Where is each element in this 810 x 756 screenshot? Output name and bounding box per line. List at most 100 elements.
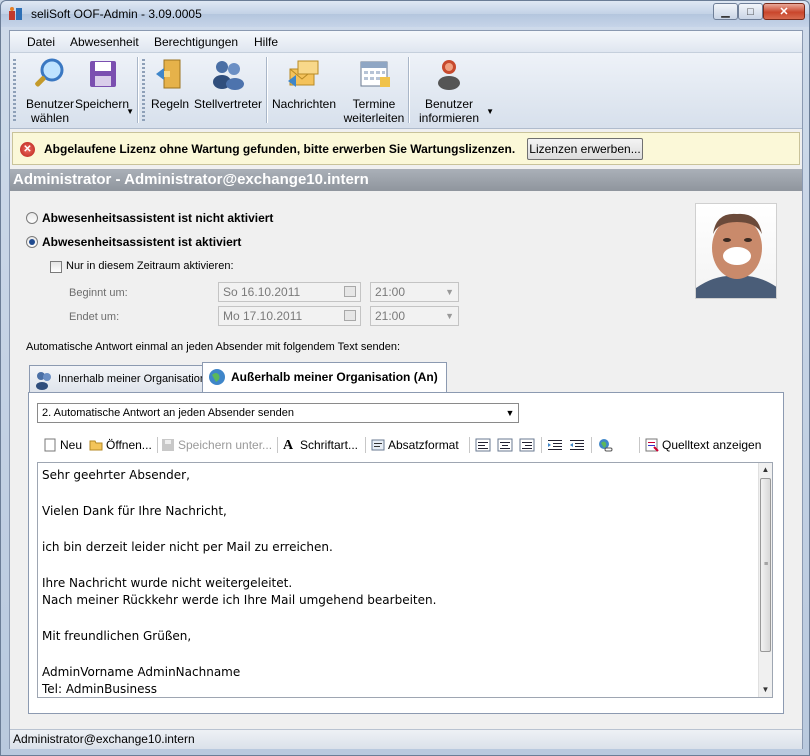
tab-innerhalb[interactable]: Innerhalb meiner Organisation — [29, 365, 206, 392]
menu-hilfe[interactable]: Hilfe — [254, 35, 278, 49]
error-icon: ✕ — [20, 142, 35, 157]
lizenzen-erwerben-button[interactable]: Lizenzen erwerben... — [527, 138, 643, 160]
align-left-icon[interactable] — [475, 438, 491, 452]
schriftart-button[interactable]: A Schriftart... — [283, 436, 358, 454]
benutzer-informieren-dropdown-icon[interactable]: ▼ — [486, 105, 494, 119]
toolbar-separator-3 — [408, 57, 409, 123]
toolbar-separator — [541, 437, 542, 453]
scroll-up-icon[interactable]: ▲ — [759, 463, 772, 477]
toolbar-separator — [639, 437, 640, 453]
status-bar: Administrator@exchange10.intern — [10, 729, 802, 749]
termine-weiterleiten-button[interactable]: Termine weiterleiten — [342, 57, 406, 125]
regeln-button[interactable]: Regeln — [151, 57, 189, 125]
toolbar-grip[interactable] — [13, 59, 16, 121]
indent-icon[interactable] — [569, 438, 585, 452]
quelltext-anzeigen-label: Quelltext anzeigen — [662, 438, 762, 452]
message-editor[interactable]: Sehr geehrter Absender, Vielen Dank für … — [37, 462, 773, 698]
hyperlink-icon[interactable] — [597, 438, 613, 452]
toolbar-separator — [469, 437, 470, 453]
toolbar-separator — [277, 437, 278, 453]
termine-label-1: Termine — [352, 97, 396, 111]
oeffnen-button[interactable]: Öffnen... — [89, 436, 152, 454]
editor-scrollbar[interactable]: ▲ ≡ ▼ — [758, 463, 772, 697]
calendar-dropdown-icon[interactable] — [344, 286, 356, 297]
neu-button[interactable]: Neu — [43, 436, 82, 454]
end-time-select[interactable]: 21:00 ▼ — [370, 306, 459, 326]
tab-innerhalb-label: Innerhalb meiner Organisation — [58, 373, 206, 385]
speichern-dropdown-icon[interactable]: ▼ — [126, 105, 134, 119]
nachrichten-button[interactable]: Nachrichten — [270, 57, 338, 125]
window-title: seliSoft OOF-Admin - 3.09.0005 — [31, 7, 202, 21]
menu-bar: Datei Abwesenheit Berechtigungen Hilfe — [10, 31, 802, 53]
license-warning-text: Abgelaufene Lizenz ohne Wartung gefunden… — [44, 142, 516, 156]
calendar-dropdown-icon[interactable] — [344, 310, 356, 321]
period-checkbox-label[interactable]: Nur in diesem Zeitraum aktivieren: — [66, 260, 234, 272]
begin-date-value: So 16.10.2011 — [223, 285, 301, 299]
benutzer-informieren-label-2: informieren — [418, 111, 480, 125]
client-area: Datei Abwesenheit Berechtigungen Hilfe B… — [9, 30, 803, 749]
globe-icon — [209, 369, 225, 385]
toolbar-separator — [157, 437, 158, 453]
toolbar-grip-2[interactable] — [142, 59, 145, 121]
benutzer-informieren-button[interactable]: Benutzer informieren ▼ — [412, 57, 494, 125]
benutzer-informieren-label-1: Benutzer — [424, 97, 474, 111]
message-line: Ihre Nachricht wurde nicht weitergeleite… — [42, 576, 293, 590]
chevron-down-icon: ▼ — [445, 287, 454, 297]
source-code-icon — [645, 438, 659, 452]
tab-ausserhalb[interactable]: Außerhalb meiner Organisation (An) — [202, 362, 447, 392]
person-icon — [438, 60, 460, 90]
end-label: Endet um: — [69, 311, 120, 323]
end-date-value: Mo 17.10.2011 — [223, 309, 303, 323]
grip-icon: ≡ — [764, 561, 769, 568]
radio-active[interactable] — [26, 236, 38, 248]
title-bar: seliSoft OOF-Admin - 3.09.0005 ▁ □ ✕ — [1, 1, 809, 27]
message-line: Vielen Dank für Ihre Nachricht, — [42, 504, 227, 518]
align-right-icon[interactable] — [519, 438, 535, 452]
scroll-down-icon[interactable]: ▼ — [759, 683, 772, 697]
new-document-icon — [44, 438, 56, 452]
message-line: ich bin derzeit leider nicht per Mail zu… — [42, 540, 333, 554]
begin-label: Beginnt um: — [69, 287, 128, 299]
neu-label: Neu — [60, 438, 83, 452]
scrollbar-thumb[interactable]: ≡ — [760, 478, 771, 652]
close-button[interactable]: ✕ — [763, 3, 805, 20]
tab-ausserhalb-label: Außerhalb meiner Organisation (An) — [231, 370, 438, 384]
begin-date-picker[interactable]: So 16.10.2011 — [218, 282, 361, 302]
menu-abwesenheit[interactable]: Abwesenheit — [70, 35, 139, 49]
align-center-icon[interactable] — [497, 438, 513, 452]
folder-icon — [89, 440, 103, 451]
end-time-value: 21:00 — [375, 309, 406, 323]
message-line: Tel: AdminBusiness — [42, 682, 158, 696]
reply-mode-value: 2. Automatische Antwort an jeden Absende… — [42, 407, 294, 419]
period-checkbox[interactable] — [50, 261, 62, 273]
reply-mode-select[interactable]: 2. Automatische Antwort an jeden Absende… — [37, 403, 519, 423]
speichern-unter-button[interactable]: Speichern unter... — [161, 436, 272, 454]
message-line: Nach meiner Rückkehr werde ich Ihre Mail… — [42, 593, 437, 607]
envelopes-icon — [288, 60, 319, 87]
toolbar-separator — [591, 437, 592, 453]
quelltext-anzeigen-button[interactable]: Quelltext anzeigen — [645, 436, 761, 454]
speichern-button[interactable]: Speichern ▼ — [72, 57, 134, 125]
message-line: AdminVorname AdminNachname — [42, 665, 241, 679]
menu-berechtigungen[interactable]: Berechtigungen — [154, 35, 238, 49]
minimize-icon: ▁ — [721, 6, 730, 18]
user-header: Administrator - Administrator@exchange10… — [10, 169, 802, 191]
stellvertreter-label: Stellvertreter — [193, 97, 263, 111]
chevron-down-icon: ▼ — [505, 408, 515, 418]
radio-not-active[interactable] — [26, 212, 38, 224]
stellvertreter-button[interactable]: Stellvertreter — [192, 57, 264, 125]
floppy-icon — [90, 61, 116, 87]
calendar-icon — [360, 61, 390, 87]
chevron-down-icon: ▼ — [445, 311, 454, 321]
begin-time-select[interactable]: 21:00 ▼ — [370, 282, 459, 302]
radio-active-label[interactable]: Abwesenheitsassistent ist aktiviert — [42, 235, 241, 249]
radio-not-active-label[interactable]: Abwesenheitsassistent ist nicht aktivier… — [42, 211, 273, 225]
end-date-picker[interactable]: Mo 17.10.2011 — [218, 306, 361, 326]
outdent-icon[interactable] — [547, 438, 563, 452]
toolbar-separator — [365, 437, 366, 453]
maximize-button[interactable]: □ — [738, 3, 763, 20]
absatzformat-button[interactable]: Absatzformat — [371, 436, 459, 454]
minimize-button[interactable]: ▁ — [713, 3, 738, 20]
menu-datei[interactable]: Datei — [27, 35, 55, 49]
avatar — [696, 213, 776, 298]
